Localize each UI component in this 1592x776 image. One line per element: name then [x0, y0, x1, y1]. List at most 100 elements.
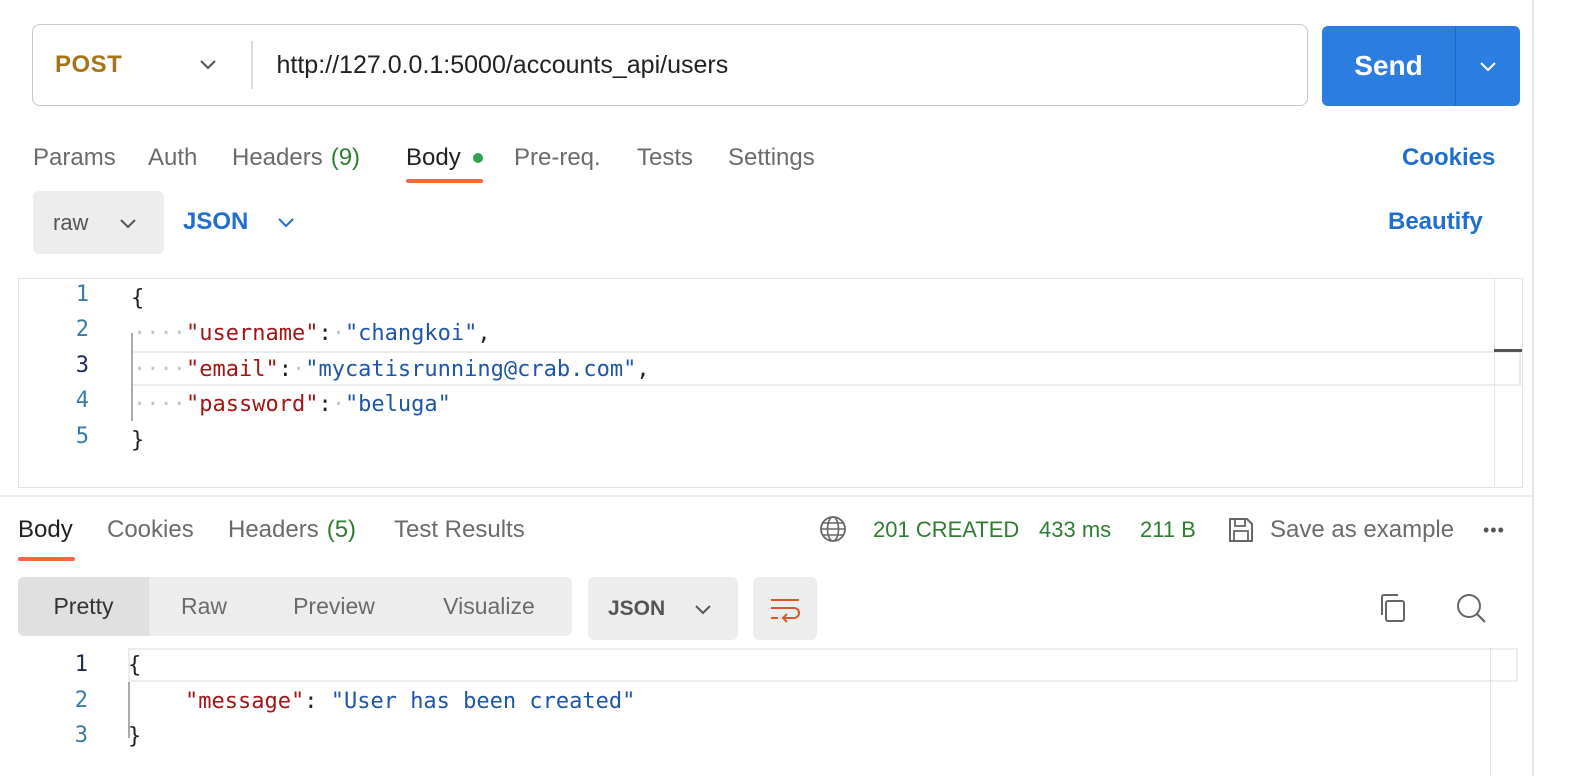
response-time[interactable]: 433 ms: [1039, 508, 1111, 552]
cookies-link[interactable]: Cookies: [1402, 132, 1495, 184]
view-preview[interactable]: Preview: [259, 577, 409, 636]
tab-params[interactable]: Params: [33, 132, 116, 184]
request-body-editor[interactable]: 1 2 3 4 5 { ···· "username": · "changkoi", …: [18, 278, 1523, 488]
json-value: "changkoi": [344, 321, 478, 346]
send-button-group: Send: [1322, 26, 1520, 106]
whitespace-marker: ·: [331, 392, 345, 417]
code-line: ···· "username": · "changkoi",: [133, 316, 491, 351]
response-tab-body-label: Body: [18, 516, 73, 543]
line-number: 5: [75, 424, 89, 449]
current-line-highlight: [128, 648, 1518, 682]
whitespace-marker: ····: [133, 392, 186, 417]
body-language-select[interactable]: JSON: [183, 200, 296, 244]
line-number: 3: [75, 353, 89, 378]
response-tab-test-results[interactable]: Test Results: [394, 508, 525, 552]
json-colon: :: [318, 392, 332, 417]
line-number: 4: [75, 388, 89, 413]
tab-headers[interactable]: Headers (9): [232, 132, 360, 184]
tab-tests-label: Tests: [637, 144, 694, 171]
response-scrollbar[interactable]: [1490, 648, 1518, 776]
body-modified-dot: [472, 153, 483, 163]
view-pretty[interactable]: Pretty: [18, 577, 149, 636]
beautify-label: Beautify: [1388, 208, 1483, 235]
response-tab-headers[interactable]: Headers (5): [228, 508, 356, 552]
code-line: }: [128, 719, 141, 754]
active-response-tab-underline: [18, 557, 75, 561]
response-format-select[interactable]: JSON: [588, 577, 738, 640]
tab-auth-label: Auth: [148, 144, 198, 171]
whitespace-marker: ·: [291, 357, 306, 382]
url-input[interactable]: http://127.0.0.1:5000/accounts_api/users: [253, 51, 1308, 80]
tab-settings-label: Settings: [728, 144, 815, 171]
response-format-label: JSON: [608, 596, 666, 620]
code-line: }: [131, 423, 144, 458]
body-language-label: JSON: [183, 208, 249, 235]
save-icon: [1229, 518, 1253, 542]
copy-icon[interactable]: [1376, 591, 1410, 625]
request-url-bar: POST http://127.0.0.1:5000/accounts_api/…: [32, 24, 1308, 106]
line-number: 1: [75, 282, 89, 307]
view-visualize[interactable]: Visualize: [409, 577, 569, 636]
response-tab-cookies[interactable]: Cookies: [107, 508, 194, 552]
body-mode-select[interactable]: raw: [33, 191, 164, 254]
active-tab-underline: [406, 179, 483, 183]
method-select[interactable]: POST: [33, 25, 251, 105]
code-line: "message": "User has been created": [185, 684, 635, 719]
response-size[interactable]: 211 B: [1140, 508, 1196, 552]
wrap-lines-button[interactable]: [753, 577, 817, 640]
json-colon: :: [318, 321, 332, 346]
minimap-cursor-mark: [1494, 349, 1522, 352]
editor-scrollbar[interactable]: [1494, 279, 1522, 486]
chevron-down-icon: [695, 604, 711, 614]
tab-body[interactable]: Body: [406, 132, 483, 184]
tab-params-label: Params: [33, 144, 116, 171]
response-headers-count: (5): [326, 516, 357, 543]
response-body-viewer[interactable]: 1 2 3 { "message": "User has been create…: [0, 648, 1532, 776]
more-options-button[interactable]: •••: [1483, 508, 1505, 552]
chevron-down-icon: [1480, 62, 1496, 72]
code-line: ···· "email": · "mycatisrunning@crab.com",: [133, 352, 650, 387]
tab-auth[interactable]: Auth: [148, 132, 197, 184]
headers-count: (9): [330, 144, 361, 171]
json-key: "password": [185, 392, 319, 417]
chevron-down-icon: [200, 60, 216, 70]
json-comma: ,: [477, 321, 491, 346]
send-options-button[interactable]: [1456, 26, 1520, 106]
sidebar-divider: [1532, 0, 1534, 776]
open-brace: {: [131, 286, 145, 311]
json-key: "message": [185, 689, 305, 714]
wrap-lines-icon: [771, 598, 800, 623]
line-number: 2: [75, 317, 89, 342]
save-as-example-label: Save as example: [1270, 516, 1455, 543]
pane-divider[interactable]: [0, 495, 1532, 497]
json-comma: ,: [636, 357, 650, 382]
more-icon: •••: [1483, 519, 1505, 540]
method-label: POST: [55, 51, 123, 78]
tab-tests[interactable]: Tests: [637, 132, 693, 184]
status-code[interactable]: 201 CREATED: [873, 508, 1019, 552]
code-line: {: [128, 648, 141, 683]
chevron-down-icon: [278, 218, 295, 228]
response-tab-cookies-label: Cookies: [107, 516, 194, 543]
search-icon[interactable]: [1454, 591, 1488, 625]
json-colon: :: [278, 357, 292, 382]
close-brace: }: [131, 428, 145, 453]
json-value: "User has been created": [330, 689, 636, 714]
save-as-example-button[interactable]: Save as example: [1226, 508, 1454, 552]
beautify-button[interactable]: Beautify: [1388, 200, 1483, 244]
open-brace: {: [128, 653, 142, 678]
json-key: "email": [185, 357, 279, 382]
view-raw[interactable]: Raw: [149, 577, 259, 636]
send-button[interactable]: Send: [1322, 26, 1456, 106]
response-tab-test-results-label: Test Results: [394, 516, 525, 543]
globe-icon[interactable]: [818, 514, 848, 544]
json-value: "beluga": [344, 392, 451, 417]
code-line: {: [131, 281, 144, 316]
response-tab-body[interactable]: Body: [18, 508, 73, 552]
whitespace-marker: ····: [133, 357, 186, 382]
cookies-link-label: Cookies: [1402, 144, 1496, 171]
tab-prereq[interactable]: Pre-req.: [514, 132, 601, 184]
line-number: 2: [74, 688, 88, 713]
tab-settings[interactable]: Settings: [728, 132, 815, 184]
line-number: 3: [74, 723, 88, 748]
